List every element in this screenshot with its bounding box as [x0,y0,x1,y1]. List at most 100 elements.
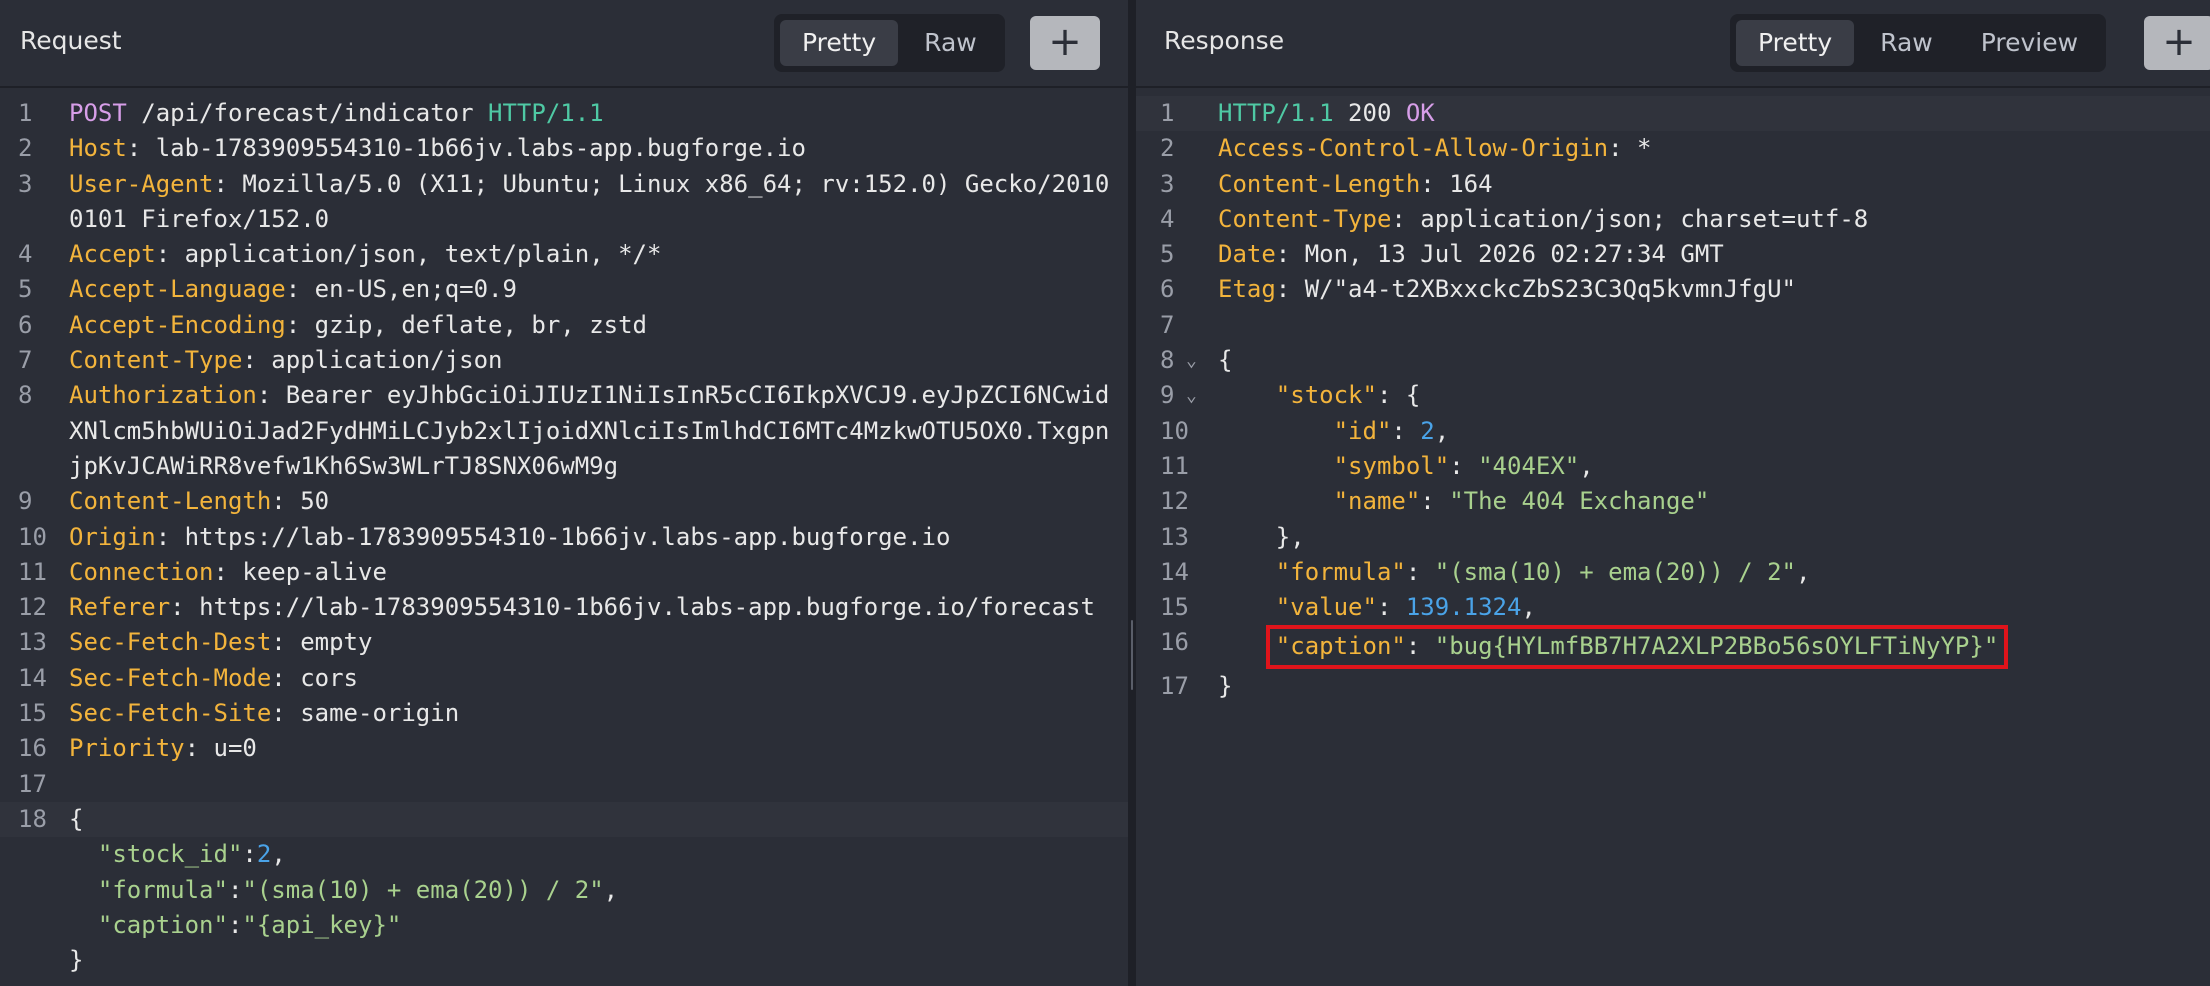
header-line: 5 Accept-Language: en-US,en;q=0.9 [18,275,517,304]
response-body-symbol: 11 "symbol": "404EX", [1160,451,1594,480]
splitter-grip[interactable] [1131,620,1133,690]
header-line: 2 Access-Control-Allow-Origin: * [1160,134,1652,163]
header-value: lab-1783909554310-1b66jv.labs-app.bugfor… [155,134,806,163]
header-line: 7 Content-Type: application/json [18,346,503,375]
response-raw-tab[interactable]: Raw [1858,20,1955,66]
request-body-close: } [69,946,84,975]
request-body-caption: "caption":"{api_key}" [97,910,402,939]
request-headers: 2 Host: lab-1783909554310-1b66jv.labs-app… [0,131,1128,766]
fold-chevron-icon[interactable]: ⌄ [1186,343,1197,378]
response-body-formula: 14 "formula": "(sma(10) + ema(20)) / 2", [1160,557,1811,586]
header-value: Mon, 13 Jul 2026 02:27:34 GMT [1304,240,1724,269]
response-add-button[interactable]: + [2144,16,2210,70]
request-body-open: 18 { [0,801,1128,838]
header-name: Authorization [69,381,257,410]
header-name: Content-Type [1218,204,1392,233]
header-name: Content-Length [69,487,272,516]
header-value: empty [300,628,373,657]
header-name: Etag [1218,275,1276,304]
fold-chevron-icon[interactable]: ⌄ [1186,378,1197,413]
header-name: Sec-Fetch-Site [69,699,272,728]
header-line: 9 Content-Length: 50 [18,487,330,516]
flag-value: "bug{HYLmfBB7H7A2XLP2BBo56sOYLFTiNyYP}" [1434,632,1999,661]
header-value: W/"a4-t2XBxxckcZbS23C3Qq5kvmnJfgU" [1304,275,1796,304]
header-value: gzip, deflate, br, zstd [314,310,647,339]
request-blank-line: 17 [18,769,47,798]
request-editor[interactable]: 1 POST /api/forecast/indicator HTTP/1.1 … [0,96,1128,978]
header-value: * [1637,134,1652,163]
header-name: Date [1218,240,1276,269]
request-pretty-tab[interactable]: Pretty [780,20,899,66]
header-value: application/json, text/plain, */* [184,240,662,269]
header-line: 3 Content-Length: 164 [1160,169,1493,198]
response-preview-tab[interactable]: Preview [1959,20,2100,66]
request-path: /api/forecast/indicator [126,99,489,127]
header-line: 4 Content-Type: application/json; charset… [1160,204,1869,233]
request-body-formula: "formula":"(sma(10) + ema(20)) / 2", [97,875,619,904]
header-name: Content-Length [1218,169,1421,198]
header-value: u=0 [213,734,257,763]
status-code: 200 [1333,99,1406,127]
header-name: Host [69,134,127,163]
header-value: application/json [271,346,503,375]
header-line: 16 Priority: u=0 [18,734,257,763]
header-line: 14 Sec-Fetch-Mode: cors [18,663,358,692]
request-header: Request Pretty Raw + [0,0,1128,88]
pane-splitter[interactable] [1128,0,1136,986]
header-value: same-origin [300,699,460,728]
header-value: application/json; charset=utf-8 [1420,204,1869,233]
header-value: en-US,en;q=0.9 [314,275,517,304]
response-title: Response [1164,26,1285,55]
response-pane: Response Pretty Raw Preview + 1 HTTP/1.1… [1136,0,2210,986]
header-line: 4 Accept: application/json, text/plain, *… [18,240,662,269]
response-protocol: HTTP/1.1 [1218,99,1334,127]
highlight-box: "caption": "bug{HYLmfBB7H7A2XLP2BBo56sOY… [1265,625,2009,669]
response-viewer[interactable]: 1 HTTP/1.1 200 OK 2 Access-Control-Allow-… [1136,96,2210,704]
response-body-stock: 9 ⌄ "stock": { [1136,378,2210,413]
header-name: Access-Control-Allow-Origin [1218,134,1609,163]
request-title: Request [20,26,122,55]
request-body-stock-id: "stock_id":2, [97,840,286,869]
header-name: Accept-Encoding [69,310,286,339]
status-text: OK [1405,99,1435,127]
response-pretty-tab[interactable]: Pretty [1736,20,1855,66]
request-protocol: HTTP/1.1 [488,99,604,127]
header-line: 8 Authorization: Bearer eyJhbGciOiJIUzI1N… [18,381,1110,480]
request-add-button[interactable]: + [1030,16,1100,70]
header-name: Referer [69,593,171,622]
header-line: 11 Connection: keep-alive [18,557,387,586]
header-name: Content-Type [69,346,243,375]
header-name: Origin [69,522,156,551]
header-line: 5 Date: Mon, 13 Jul 2026 02:27:34 GMT [1160,240,1724,269]
header-line: 10 Origin: https://lab-1783909554310-1b66… [18,522,951,551]
request-raw-tab[interactable]: Raw [902,20,999,66]
response-header: Response Pretty Raw Preview + [1136,0,2210,88]
response-body-caption: 16 "caption": "bug{HYLmfBB7H7A2XLP2BBo56… [1136,625,2210,669]
header-value: 164 [1449,169,1493,198]
header-value: 50 [300,487,330,516]
status-line: 1 HTTP/1.1 200 OK [1136,96,2210,132]
http-method: POST [69,99,127,127]
header-name: Accept-Language [69,275,286,304]
header-value: https://lab-1783909554310-1b66jv.labs-ap… [199,593,1095,622]
header-line: 6 Accept-Encoding: gzip, deflate, br, zst… [18,310,647,339]
header-name: Priority [69,734,185,763]
header-line: 2 Host: lab-1783909554310-1b66jv.labs-app… [18,134,806,163]
header-value: keep-alive [242,557,387,586]
response-headers: 2 Access-Control-Allow-Origin: * 3 Content-… [1136,131,2210,307]
request-view-toggle: Pretty Raw [774,14,1005,72]
response-body-name: 12 "name": "The 404 Exchange" [1160,487,1710,516]
header-name: User-Agent [69,169,214,198]
header-name: Connection [69,557,214,586]
header-line: 15 Sec-Fetch-Site: same-origin [18,699,460,728]
header-name: Sec-Fetch-Mode [69,663,272,692]
header-line: 13 Sec-Fetch-Dest: empty [18,628,373,657]
header-name: Sec-Fetch-Dest [69,628,272,657]
header-line: 6 Etag: W/"a4-t2XBxxckcZbS23C3Qq5kvmnJfgU… [1160,275,1796,304]
response-body-value: 15 "value": 139.1324, [1160,593,1536,622]
header-value: cors [300,663,358,692]
request-pane: Request Pretty Raw + 1 POST /api/forecas… [0,0,1128,986]
header-value: https://lab-1783909554310-1b66jv.labs-ap… [184,522,951,551]
header-line: 3 User-Agent: Mozilla/5.0 (X11; Ubuntu; L… [18,169,1110,233]
header-name: Accept [69,240,156,269]
